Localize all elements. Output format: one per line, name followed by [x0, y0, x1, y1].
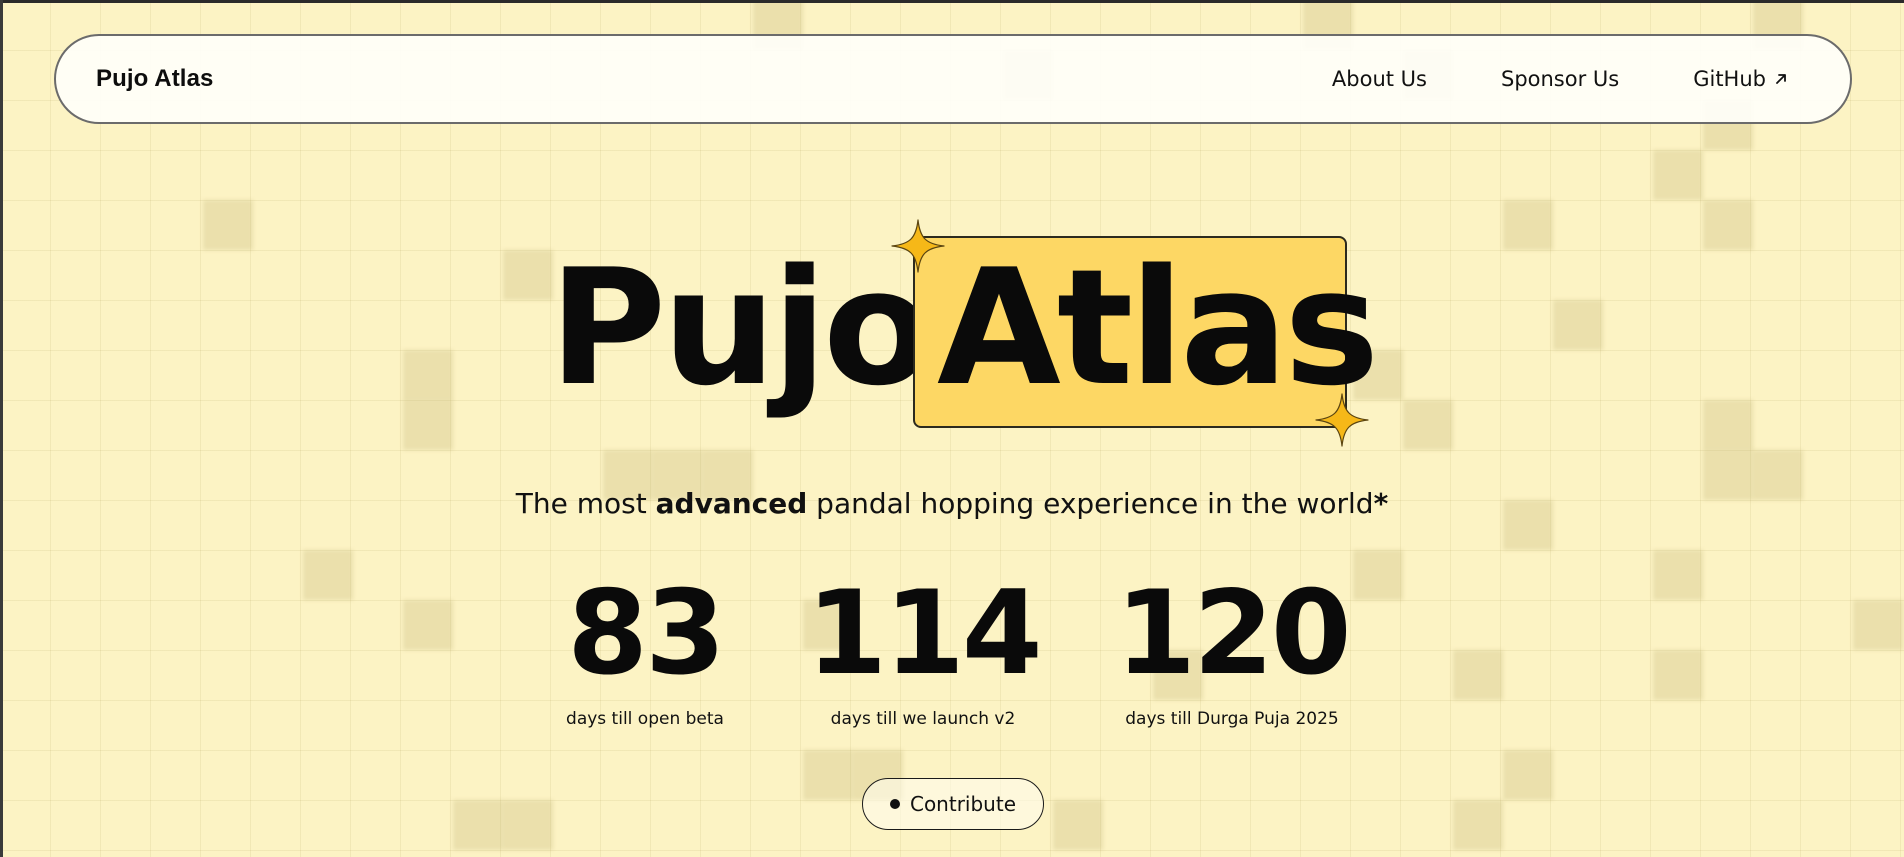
hero-title-atlas: Atlas	[937, 234, 1379, 421]
sparkle-icon	[1315, 393, 1369, 447]
contribute-button[interactable]: Contribute	[862, 778, 1044, 830]
tagline-asterisk: *	[1373, 487, 1389, 520]
countdown-launch-v2: 114 days till we launch v2	[803, 566, 1043, 730]
dot-icon	[889, 799, 900, 809]
countdown-row: 83 days till open beta 114 days till we …	[0, 576, 1904, 736]
hero-title-pujo: Pujo	[549, 234, 933, 421]
contribute-label: Contribute	[909, 792, 1016, 816]
window-left-border	[0, 0, 3, 857]
hero-tagline: The most advanced pandal hopping experie…	[0, 487, 1904, 520]
sparkle-icon	[891, 219, 945, 273]
countdown-label: days till Durga Puja 2025	[1125, 709, 1339, 729]
countdown-open-beta: 83 days till open beta	[545, 566, 745, 730]
countdown-number: 83	[567, 566, 725, 701]
countdown-number: 114	[806, 566, 1042, 701]
countdown-number: 120	[1115, 566, 1351, 701]
hero-section: Pujo Atlas The most advanced pandal hopp…	[0, 0, 1904, 857]
tagline-bold-word: advanced	[655, 487, 808, 520]
countdown-label: days till open beta	[566, 709, 724, 729]
tagline-text-end: pandal hopping experience in the world	[807, 487, 1374, 520]
tagline-text-start: The most	[515, 487, 656, 520]
window-top-border	[0, 0, 1904, 3]
countdown-label: days till we launch v2	[830, 709, 1016, 729]
countdown-durga-puja: 120 days till Durga Puja 2025	[1102, 566, 1362, 730]
